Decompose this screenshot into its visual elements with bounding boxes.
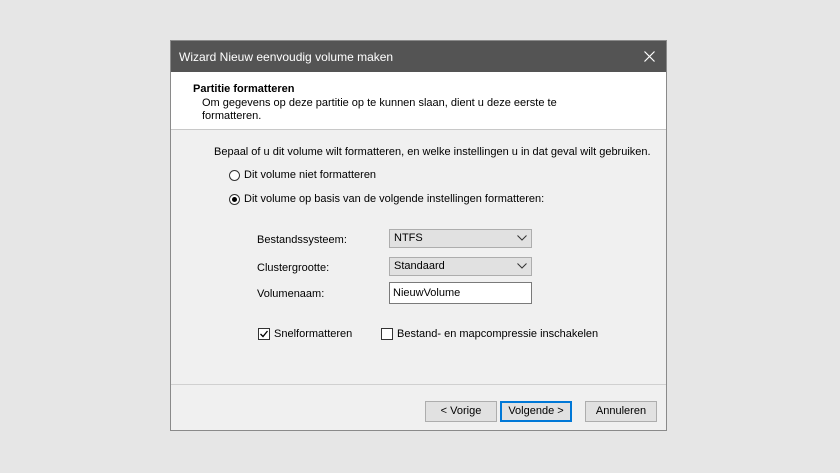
quick-format-label: Snelformatteren [274, 328, 353, 340]
title-bar[interactable]: Wizard Nieuw eenvoudig volume maken [171, 41, 666, 72]
compression-checkbox[interactable] [381, 328, 393, 340]
chevron-down-icon [517, 235, 527, 241]
intro-text: Bepaal of u dit volume wilt formatteren,… [214, 146, 651, 158]
wizard-header: Partitie formatteren Om gegevens op deze… [171, 72, 666, 130]
radio-no-format[interactable]: Dit volume niet formatteren [229, 169, 376, 181]
volume-name-input[interactable]: NieuwVolume [389, 282, 532, 304]
radio-no-format-label: Dit volume niet formatteren [244, 169, 377, 181]
compression-label: Bestand- en mapcompressie inschakelen [397, 328, 599, 340]
cluster-size-select[interactable]: Standaard [389, 257, 532, 276]
back-button[interactable]: < Vorige [425, 401, 497, 422]
compression-option[interactable]: Bestand- en mapcompressie inschakelen [381, 328, 598, 340]
close-button[interactable] [632, 41, 666, 72]
cancel-button[interactable]: Annuleren [585, 401, 657, 422]
window-title: Wizard Nieuw eenvoudig volume maken [179, 50, 394, 64]
format-partition-dialog: Wizard Nieuw eenvoudig volume maken Part… [170, 40, 667, 431]
radio-no-format-circle[interactable] [229, 169, 240, 181]
filesystem-label: Bestandssysteem: [257, 234, 347, 246]
quick-format-checkbox[interactable] [258, 328, 270, 340]
filesystem-value: NTFS [394, 232, 423, 244]
volume-name-label: Volumenaam: [257, 288, 325, 300]
filesystem-select[interactable]: NTFS [389, 229, 532, 248]
radio-format-label: Dit volume op basis van de volgende inst… [244, 193, 545, 205]
page-title: Partitie formatteren [193, 83, 295, 95]
radio-format-circle[interactable] [229, 193, 240, 205]
chevron-down-icon [517, 263, 527, 269]
next-button[interactable]: Volgende > [500, 401, 572, 422]
radio-format[interactable]: Dit volume op basis van de volgende inst… [229, 193, 544, 205]
cluster-size-value: Standaard [394, 260, 445, 272]
checkmark-icon [260, 330, 269, 338]
close-icon [643, 51, 655, 62]
footer-divider [171, 384, 666, 385]
quick-format-option[interactable]: Snelformatteren [258, 328, 352, 340]
page-description: Om gegevens op deze partitie op te kunne… [202, 97, 557, 122]
cluster-size-label: Clustergrootte: [257, 262, 330, 274]
